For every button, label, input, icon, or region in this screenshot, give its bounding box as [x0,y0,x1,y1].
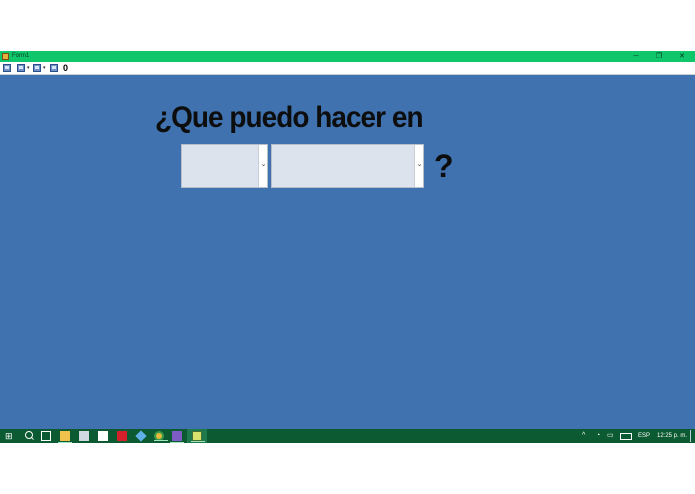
language-indicator[interactable]: ESP [638,429,650,443]
minimize-button[interactable]: ─ [624,51,648,62]
save-icon[interactable] [17,64,25,72]
windows-start-icon[interactable]: ⊞ [5,431,15,441]
taskbar: ⊞ ^ ◔ ▭ ESP 12:25 p. m. [0,429,695,443]
chevron-down-icon[interactable]: ▾ [43,65,46,71]
combobox-dropdown-button[interactable]: ⌄ [414,145,423,187]
clock[interactable]: 12:25 p. m. [657,429,687,443]
message-icon[interactable]: ▭ [607,429,614,443]
chevron-down-icon: ⌄ [260,161,267,168]
show-hidden-icons-icon[interactable]: ^ [582,429,585,443]
acrobat-icon[interactable] [117,431,127,441]
chrome-icon[interactable] [154,431,168,441]
document-icon[interactable] [98,431,108,441]
save-icon[interactable] [50,64,58,72]
question-mark-label: ? [434,148,454,184]
category-combobox[interactable]: ⌄ [181,144,268,188]
title-bar[interactable]: Form1 ─ ❐ ✕ [0,51,695,62]
toolbar-count-label: 0 [63,63,69,73]
chevron-down-icon[interactable]: ▾ [27,65,30,71]
save-icon[interactable] [33,64,41,72]
task-view-icon[interactable] [41,431,51,441]
network-icon[interactable]: ◔ [596,429,600,443]
keyboard-icon[interactable] [620,433,632,440]
save-icon[interactable] [3,64,11,72]
file-explorer-icon[interactable] [58,431,72,443]
form-app-icon[interactable] [191,431,205,442]
store-icon[interactable] [79,431,89,441]
visual-studio-icon[interactable] [170,431,184,443]
combobox-dropdown-button[interactable]: ⌄ [258,145,267,187]
form1-window: Form1 ─ ❐ ✕ ▾ ▾ 0 ¿Que puedo hacer en ⌄ … [0,51,695,429]
window-title: Form1 [12,53,30,59]
close-button[interactable]: ✕ [670,51,694,62]
desktop-screen: Form1 ─ ❐ ✕ ▾ ▾ 0 ¿Que puedo hacer en ⌄ … [0,0,695,494]
app-window-icon[interactable] [2,53,9,60]
toolbar: ▾ ▾ 0 [0,62,695,75]
search-icon[interactable] [24,431,34,441]
place-combobox[interactable]: ⌄ [271,144,424,188]
page-title: ¿Que puedo hacer en [155,101,424,134]
cube-app-icon[interactable] [135,430,147,442]
show-desktop-button[interactable] [690,430,694,442]
chevron-down-icon: ⌄ [416,161,423,168]
restore-button[interactable]: ❐ [647,51,671,62]
